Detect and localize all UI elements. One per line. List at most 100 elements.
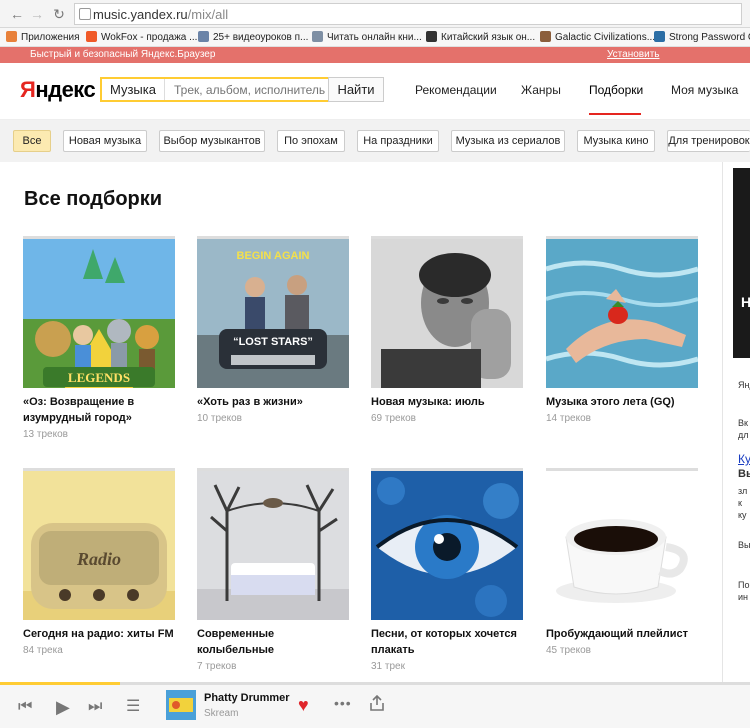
playlist-title[interactable]: Современные колыбельные — [197, 626, 349, 658]
bookmark-favicon-icon — [86, 31, 97, 42]
sidebar-banner[interactable]: Н — [733, 168, 750, 358]
bookmark-item[interactable]: Читать онлайн кни... — [312, 30, 422, 45]
reload-icon[interactable]: ↻ — [50, 5, 68, 23]
playlist-card[interactable]: LEGENDS «Оз: Возвращение в изумрудный го… — [23, 236, 175, 440]
bookmark-item[interactable]: Приложения — [6, 30, 80, 45]
playlist-title[interactable]: «Хоть раз в жизни» — [197, 394, 349, 410]
now-playing-title[interactable]: Phatty Drummer — [204, 692, 290, 704]
bookmark-item[interactable]: 25+ видеоуроков п... — [198, 30, 308, 45]
bed-cover-image[interactable] — [197, 468, 349, 620]
summer-water-cover-image[interactable] — [546, 236, 698, 388]
playlist-card[interactable]: Новая музыка: июль 69 треков — [371, 236, 523, 424]
playlist-track-count: 31 трек — [371, 661, 405, 672]
bookmark-item[interactable]: WokFox - продажа ... — [86, 30, 197, 45]
playlist-card[interactable]: Музыка этого лета (GQ) 14 треков — [546, 236, 698, 424]
bookmark-label: Galactic Civilizations... — [555, 32, 656, 43]
playlist-title[interactable]: Музыка этого лета (GQ) — [546, 394, 698, 410]
playlist-title[interactable]: Сегодня на радио: хиты FM — [23, 626, 175, 642]
bookmark-label: Читать онлайн кни... — [327, 32, 422, 43]
filter-movie-music[interactable]: Музыка кино — [577, 130, 655, 152]
filter-series-music[interactable]: Музыка из сериалов — [451, 130, 565, 152]
search-button[interactable]: Найти — [328, 77, 384, 102]
next-icon[interactable]: ⏭ — [88, 697, 102, 717]
search-scope-tag[interactable]: Музыка — [102, 79, 165, 100]
bookmark-item[interactable]: Strong Password Ge — [654, 30, 750, 45]
oz-cover-image[interactable]: LEGENDS — [23, 236, 175, 388]
sidebar-peek: Н Янд Вк дл Ку Вы зл к ку Вы По ин — [722, 162, 750, 682]
sidebar-text: к — [738, 498, 742, 508]
back-arrow-icon[interactable]: ← — [8, 5, 26, 23]
active-nav-indicator — [589, 113, 641, 115]
bookmark-item[interactable]: Galactic Civilizations... — [540, 30, 655, 45]
page-icon — [79, 8, 91, 20]
promo-text: Быстрый и безопасный Яндекс.Браузер — [30, 49, 216, 60]
sidebar-link[interactable]: Ку — [738, 452, 750, 466]
sidebar-text: ку — [738, 510, 747, 520]
url-host: music.yandex.ru — [93, 7, 188, 22]
filter-artist-choice[interactable]: Выбор музыкантов — [159, 130, 265, 152]
playlist-title[interactable]: Новая музыка: июль — [371, 394, 523, 410]
playlist-track-count: 10 треков — [197, 413, 242, 424]
filter-eras[interactable]: По эпохам — [277, 130, 345, 152]
begin-again-text: BEGIN AGAIN — [237, 250, 310, 262]
eye-cover-image[interactable] — [371, 468, 523, 620]
playlist-card[interactable]: Radio Сегодня на радио: хиты FM 84 трека — [23, 468, 175, 656]
forward-arrow-icon[interactable]: → — [28, 5, 46, 23]
install-link[interactable]: Установить — [607, 47, 660, 63]
nav-collections[interactable]: Подборки — [589, 83, 643, 97]
now-playing-artist[interactable]: Skream — [204, 708, 238, 719]
bookmark-favicon-icon — [540, 31, 551, 42]
bookmark-favicon-icon — [654, 31, 665, 42]
sidebar-text: Вы — [738, 468, 750, 480]
coffee-cover-image[interactable] — [546, 468, 698, 620]
filter-holidays[interactable]: На праздники — [357, 130, 439, 152]
search-input[interactable] — [174, 79, 332, 100]
playlist-track-count: 7 треков — [197, 661, 237, 672]
play-icon[interactable]: ▶ — [56, 697, 70, 717]
bookmark-label: Strong Password Ge — [669, 32, 750, 43]
playlist-title[interactable]: Песни, от которых хочется плакать — [371, 626, 523, 658]
playlist-card[interactable]: Пробуждающий плейлист 45 треков — [546, 468, 698, 656]
yandex-header: Яндекс Музыка Найти Рекомендации Жанры П… — [0, 63, 750, 120]
sidebar-text: зл — [738, 486, 748, 496]
playlist-card[interactable]: Песни, от которых хочется плакать 31 тре… — [371, 468, 523, 672]
bookmark-label: Приложения — [21, 32, 80, 43]
playlist-card[interactable]: Современные колыбельные 7 треков — [197, 468, 349, 672]
filter-all[interactable]: Все — [13, 130, 51, 152]
share-icon[interactable] — [370, 694, 384, 711]
logo-rest: ндекс — [35, 77, 96, 102]
heart-icon[interactable]: ♥ — [298, 695, 309, 716]
bookmark-label: Китайский язык он... — [441, 32, 536, 43]
bookmark-favicon-icon — [312, 31, 323, 42]
nav-genres[interactable]: Жанры — [521, 83, 561, 97]
address-bar[interactable]: music.yandex.ru/mix/all — [74, 3, 742, 25]
browser-promo-bar: Быстрый и безопасный Яндекс.Браузер Уста… — [0, 47, 750, 63]
playlist-track-count: 13 треков — [23, 429, 68, 440]
portrait-cover-image[interactable] — [371, 236, 523, 388]
yandex-logo[interactable]: Яндекс — [20, 77, 96, 103]
sidebar-text: Янд — [738, 380, 750, 390]
begin-again-cover-image[interactable]: BEGIN AGAIN “LOST STARS” — [197, 236, 349, 388]
playlist-card[interactable]: BEGIN AGAIN “LOST STARS” «Хоть раз в жиз… — [197, 236, 349, 424]
search-box: Музыка Найти — [100, 77, 384, 102]
playlist-title[interactable]: Пробуждающий плейлист — [546, 626, 698, 642]
radio-cover-image[interactable]: Radio — [23, 468, 175, 620]
playlist-track-count: 14 треков — [546, 413, 591, 424]
url-text: music.yandex.ru/mix/all — [93, 7, 228, 22]
nav-recommendations[interactable]: Рекомендации — [415, 83, 497, 97]
nav-my-music[interactable]: Моя музыка — [671, 83, 738, 97]
playlist-title[interactable]: «Оз: Возвращение в изумрудный город» — [23, 394, 175, 426]
playlist-icon[interactable]: ☰ — [126, 697, 140, 717]
bookmark-item[interactable]: Китайский язык он... — [426, 30, 535, 45]
lost-stars-text: “LOST STARS” — [233, 336, 313, 348]
now-playing-cover[interactable] — [166, 690, 196, 720]
previous-icon[interactable]: ⏮ — [18, 697, 32, 717]
progress-fill — [0, 682, 120, 685]
playback-progress[interactable] — [0, 682, 750, 685]
filter-workouts[interactable]: Для тренировок — [667, 130, 750, 152]
filter-bar: Все Новая музыка Выбор музыкантов По эпо… — [0, 120, 750, 162]
sidebar-text: По — [738, 580, 750, 590]
bookmark-favicon-icon — [198, 31, 209, 42]
filter-new-music[interactable]: Новая музыка — [63, 130, 147, 152]
more-icon[interactable]: ••• — [334, 695, 352, 711]
